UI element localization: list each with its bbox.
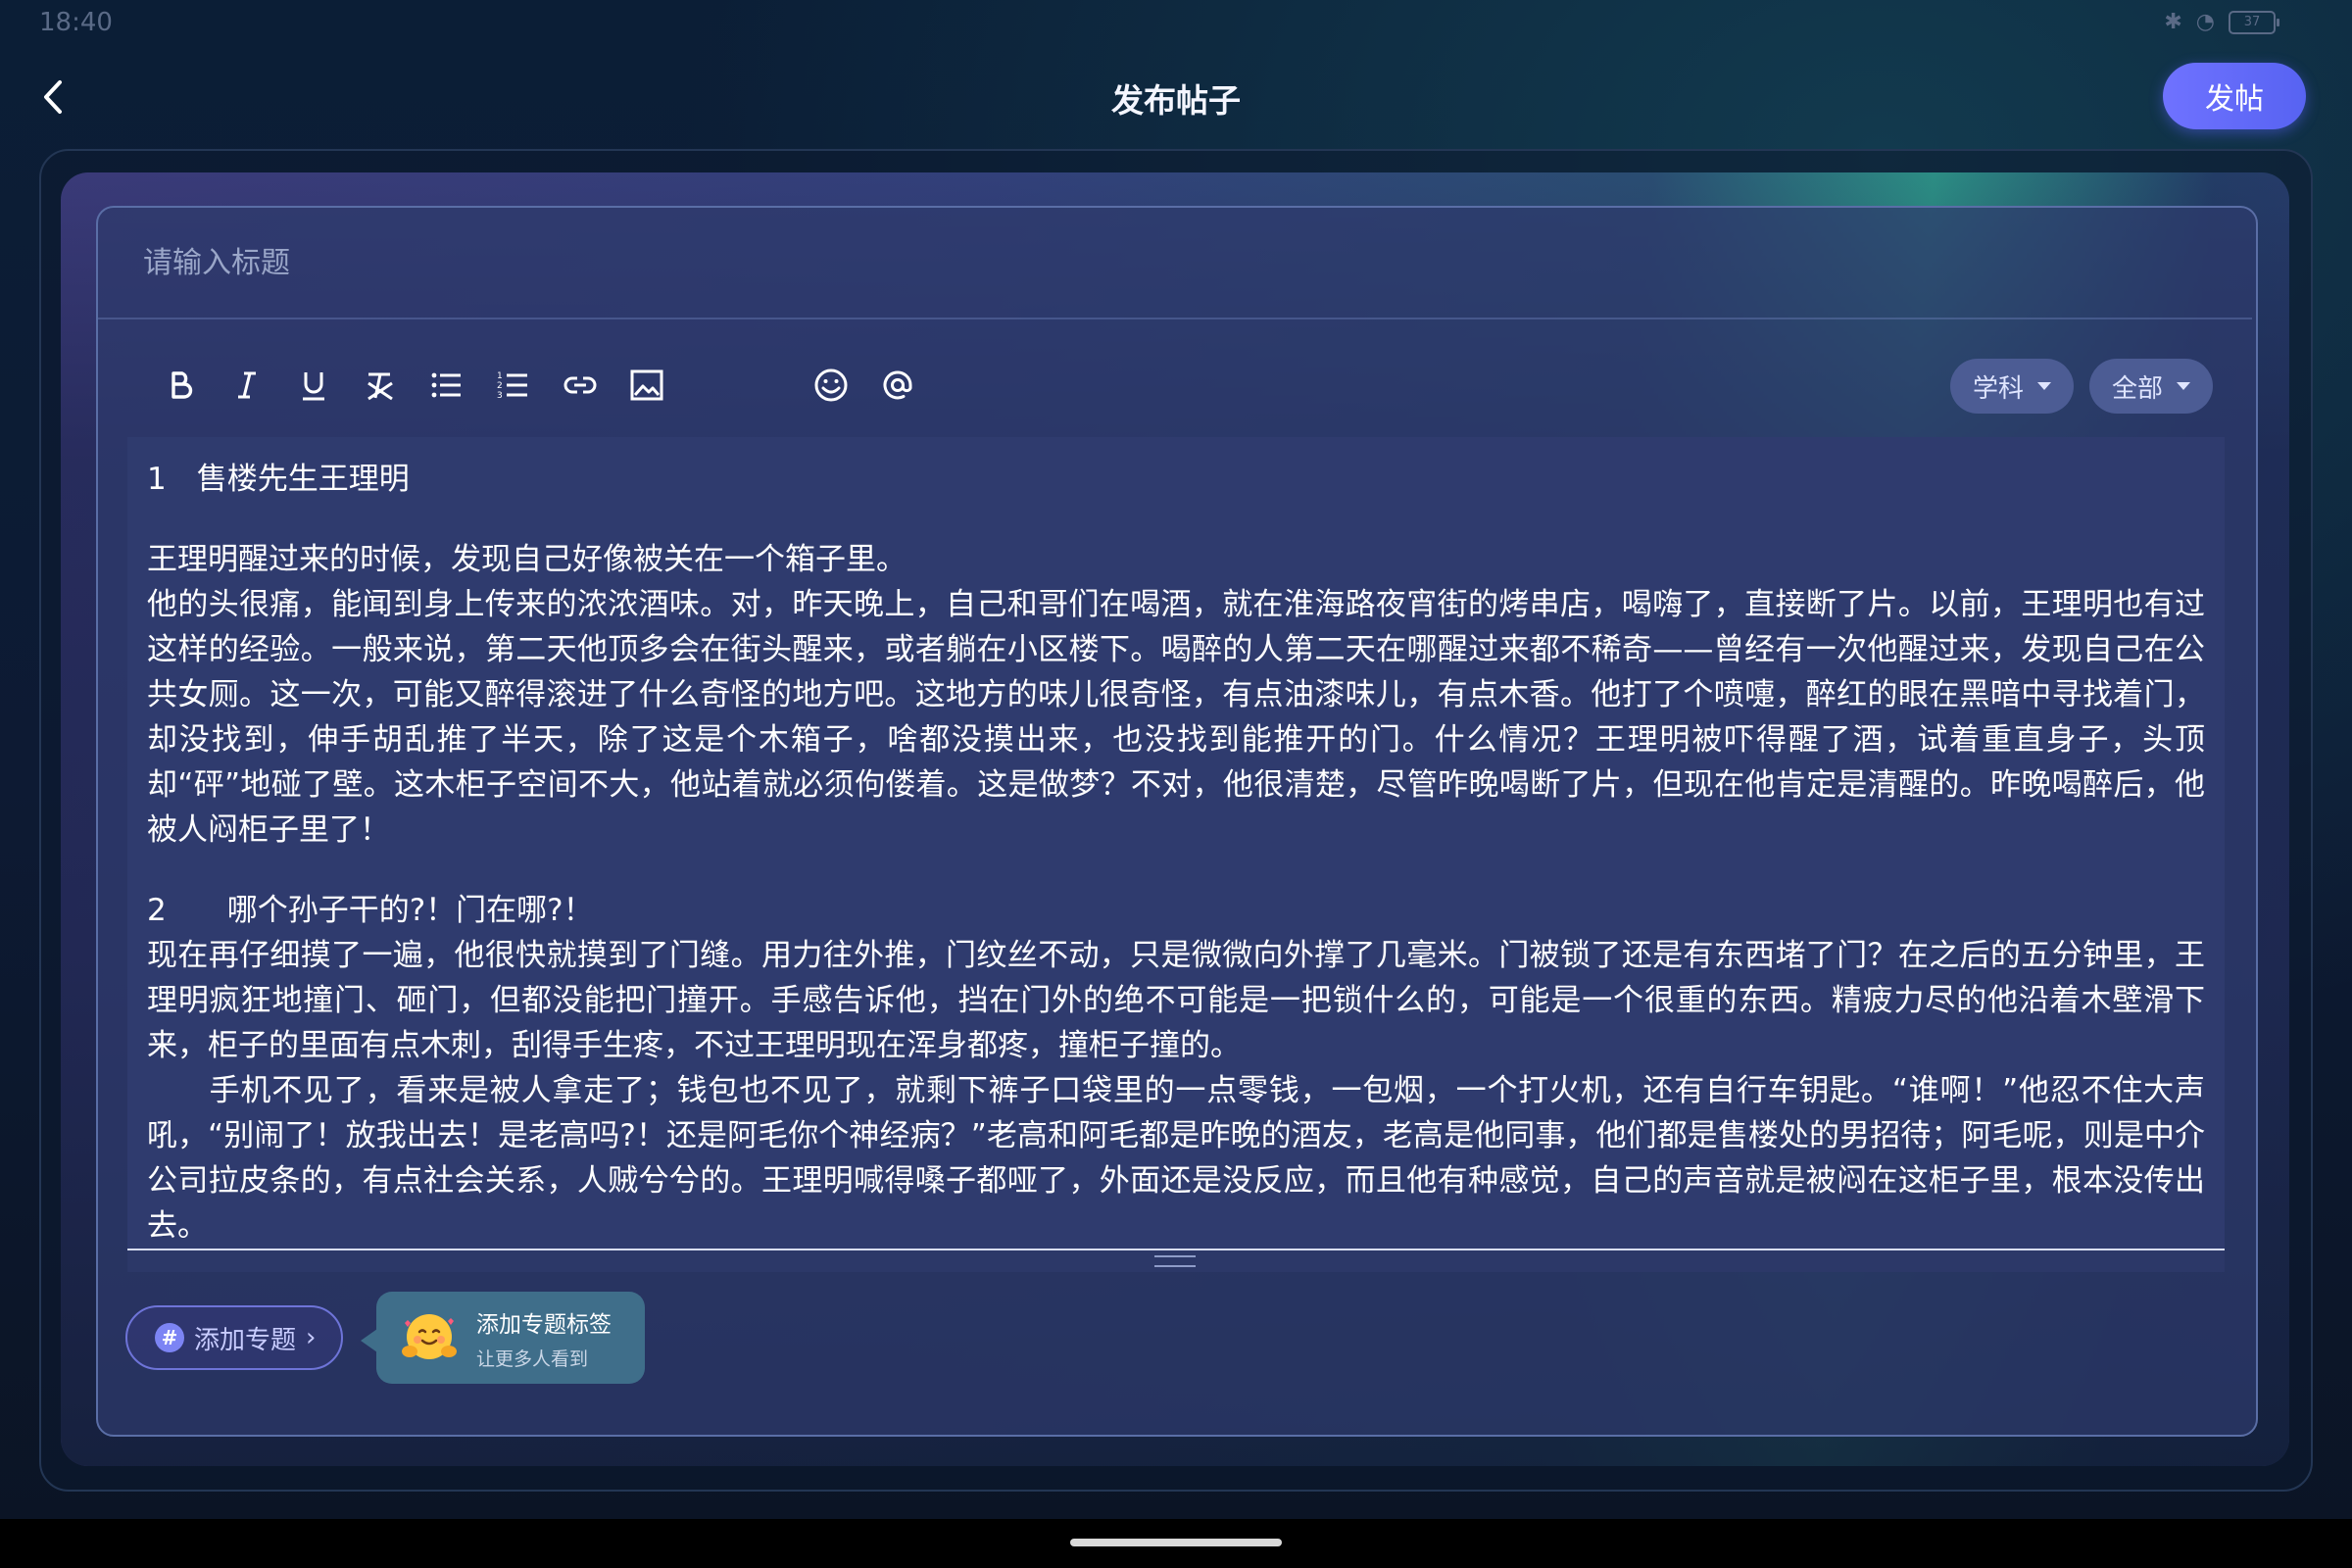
add-topic-button[interactable]: # 添加专题 › <box>125 1305 343 1370</box>
caret-down-icon <box>2037 382 2051 390</box>
add-topic-label: 添加专题 <box>194 1325 297 1355</box>
battery-icon: 37 <box>2229 10 2279 34</box>
content-line: 他的头很痛，能闻到身上传来的浓浓酒味。对，昨天晚上，自己和哥们在喝酒，就在淮海路… <box>147 587 2205 848</box>
svg-text:2: 2 <box>497 381 503 391</box>
emoji-button[interactable] <box>798 353 864 417</box>
clear-format-button[interactable] <box>347 353 414 417</box>
svg-text:1: 1 <box>497 371 503 381</box>
bold-icon <box>172 371 193 399</box>
clear-format-icon <box>368 372 393 401</box>
link-button[interactable] <box>547 353 613 417</box>
scope-dropdown-label: 全部 <box>2111 373 2163 404</box>
scope-dropdown[interactable]: 全部 <box>2089 359 2213 414</box>
image-icon <box>630 369 663 401</box>
content-line: 1 售楼先生王理明 <box>147 462 410 497</box>
status-bar: 18:40 ✱ ◔ 37 <box>0 0 2352 49</box>
image-button[interactable] <box>613 353 680 417</box>
link-icon <box>564 376 597 394</box>
subject-dropdown[interactable]: 学科 <box>1950 359 2074 414</box>
numbered-list-button[interactable]: 1 2 3 <box>480 353 547 417</box>
underline-button[interactable] <box>280 353 347 417</box>
tip-texts: 添加专题标签 让更多人看到 <box>476 1305 612 1371</box>
resize-handle[interactable] <box>1154 1255 1196 1267</box>
numbered-list-icon: 1 2 3 <box>497 371 527 401</box>
svg-text:3: 3 <box>497 391 503 401</box>
status-time: 18:40 <box>39 8 113 37</box>
topic-tip-tooltip: 添加专题标签 让更多人看到 <box>376 1292 645 1384</box>
hash-icon: # <box>155 1323 184 1352</box>
page-title: 发布帖子 <box>1111 81 1241 120</box>
wifi-icon: ◔ <box>2195 10 2215 34</box>
home-indicator[interactable] <box>1070 1539 1282 1546</box>
content-line: 2 哪个孙子干的?！门在哪?！ <box>147 893 594 928</box>
tip-subtitle: 让更多人看到 <box>476 1348 589 1370</box>
hug-emoji-icon <box>402 1314 457 1359</box>
mention-icon <box>883 370 912 400</box>
italic-button[interactable] <box>214 353 280 417</box>
status-icons: ✱ ◔ 37 <box>2164 10 2279 34</box>
content-editor[interactable]: 1 售楼先生王理明 王理明醒过来的时候，发现自己好像被关在一个箱子里。 他的头很… <box>127 437 2225 1250</box>
chevron-right-icon: › <box>306 1323 317 1352</box>
content-line: 手机不见了，看来是被人拿走了；钱包也不见了，就剩下裤子口袋里的一点零钱，一包烟，… <box>147 1073 2205 1244</box>
battery-level: 37 <box>2243 14 2261 29</box>
tooltip-pointer <box>361 1329 377 1352</box>
bullet-list-button[interactable] <box>414 353 480 417</box>
tip-title: 添加专题标签 <box>476 1311 612 1338</box>
publish-button[interactable]: 发帖 <box>2163 63 2306 129</box>
underline-icon <box>303 372 324 401</box>
title-input[interactable] <box>98 208 2252 319</box>
bold-button[interactable] <box>147 353 214 417</box>
italic-icon <box>238 371 256 399</box>
content-line: 现在再仔细摸了一遍，他很快就摸到了门缝。用力往外推，门纹丝不动，只是微微向外撑了… <box>147 938 2205 1063</box>
bullet-list-icon <box>431 372 461 398</box>
content-line: 王理明醒过来的时候，发现自己好像被关在一个箱子里。 <box>147 542 906 577</box>
subject-dropdown-label: 学科 <box>1972 373 2024 404</box>
mention-button[interactable] <box>864 353 931 417</box>
caret-down-icon <box>2177 382 2190 390</box>
emoji-icon <box>814 368 848 402</box>
bluetooth-icon: ✱ <box>2164 10 2182 34</box>
format-toolbar: 1 2 3 <box>147 353 931 417</box>
content-body: 1 售楼先生王理明 王理明醒过来的时候，发现自己好像被关在一个箱子里。 他的头很… <box>127 437 2225 1249</box>
